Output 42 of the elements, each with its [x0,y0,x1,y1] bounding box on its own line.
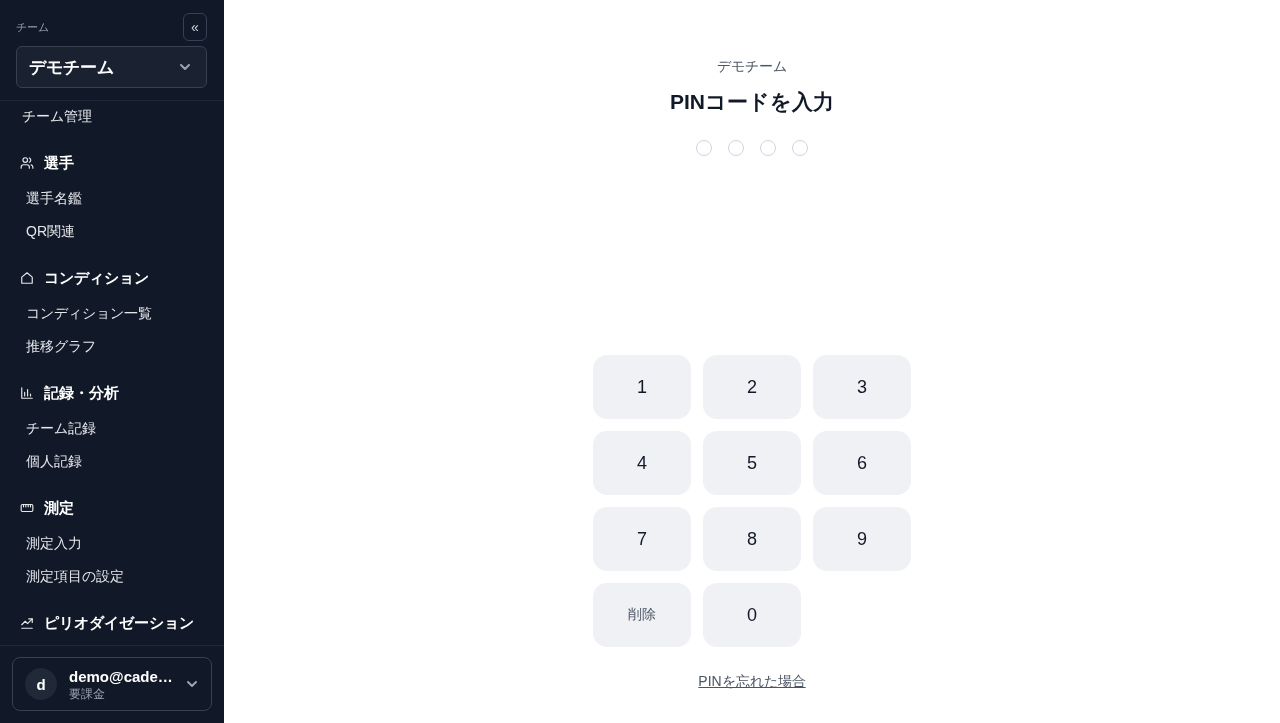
nav-item[interactable]: 測定入力 [22,530,86,557]
chevron-down-icon [180,64,190,70]
nav-item[interactable]: チーム管理 [18,103,96,131]
nav-section-heading: 測定 [44,498,74,518]
team-name: デモチーム [717,57,787,76]
sidebar-label: チーム [16,19,49,35]
nav-section-heading: コンディション [44,268,149,288]
collapse-sidebar-button[interactable]: « [183,13,207,41]
nav-item[interactable]: チーム記録 [22,415,100,442]
nav-item[interactable]: 個人記録 [22,448,86,475]
account-menu-button[interactable]: d demo@cade… 要課金 [12,657,212,711]
keypad-button[interactable]: 7 [593,507,691,571]
plan-status: 要課金 [69,685,105,702]
nav-section-heading: 記録・分析 [44,383,119,403]
chevron-down-icon [187,681,197,687]
nav-item[interactable]: 推移グラフ [22,333,100,360]
ruler-icon [20,501,34,515]
keypad-button[interactable]: 8 [703,507,801,571]
nav-item[interactable]: 測定項目の設定 [22,563,128,590]
keypad-button[interactable]: 1 [593,355,691,419]
keypad-button[interactable]: 9 [813,507,911,571]
keypad-button[interactable]: 6 [813,431,911,495]
page-title: PINコードを入力 [670,89,834,115]
delete-button[interactable]: 削除 [593,583,691,647]
keypad-button[interactable]: 3 [813,355,911,419]
team-select[interactable]: デモチーム [16,46,207,88]
keypad-button[interactable]: 0 [703,583,801,647]
nav-item[interactable]: コンディション一覧 [22,300,156,327]
trend-line-icon [20,616,34,630]
nav-item[interactable]: 選手名鑑 [22,185,86,212]
user-email: demo@cade… [69,666,173,686]
keypad-button[interactable]: 2 [703,355,801,419]
nav-section-heading: ピリオダイゼーション [44,613,194,633]
user-avatar: d [25,668,57,700]
home-icon [20,271,34,285]
keypad-button[interactable]: 4 [593,431,691,495]
forgot-pin-link[interactable]: PINを忘れた場合 [698,671,806,691]
nav-item[interactable]: QR関連 [22,218,79,245]
nav-section-heading: 選手 [44,153,74,173]
users-icon [20,156,34,170]
bar-chart-icon [20,386,34,400]
keypad-button[interactable]: 5 [703,431,801,495]
